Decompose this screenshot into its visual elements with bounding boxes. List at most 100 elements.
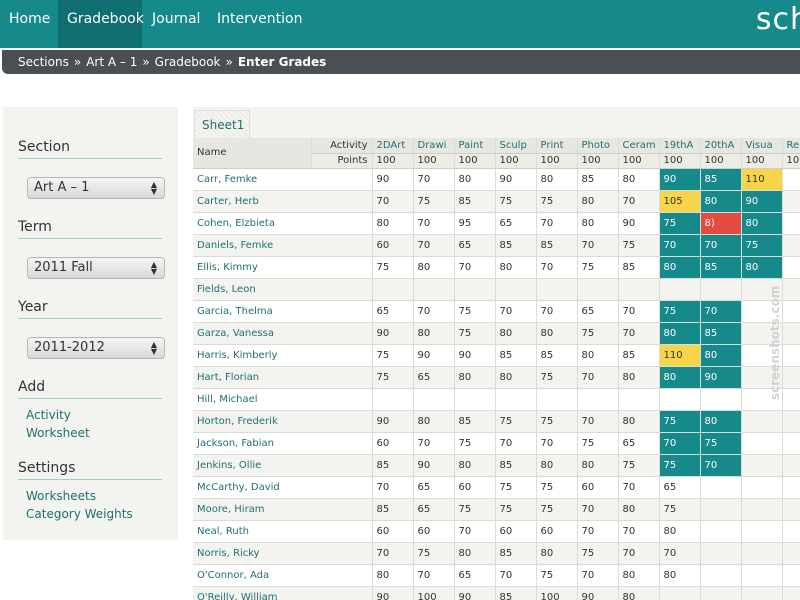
activity-column-header[interactable]: Paint [454, 138, 496, 154]
grade-cell[interactable]: 60 [577, 476, 619, 499]
grade-cell[interactable] [700, 278, 742, 301]
grade-cell[interactable]: 65 [372, 300, 414, 323]
grade-cell[interactable]: 85 [700, 168, 742, 191]
grade-cell[interactable]: 75 [454, 300, 496, 323]
activity-column-header[interactable]: Print [536, 138, 578, 154]
grade-cell[interactable]: 65 [618, 432, 660, 455]
grade-cell[interactable] [782, 542, 800, 565]
grade-cell[interactable]: 80 [536, 454, 578, 477]
student-name[interactable]: Carter, Herb [193, 190, 373, 213]
student-name[interactable]: Jenkins, Ollie [193, 454, 373, 477]
grade-cell[interactable]: 70 [372, 476, 414, 499]
grade-cell[interactable]: 80 [577, 344, 619, 367]
breadcrumb-sections[interactable]: Sections [18, 55, 69, 69]
grade-cell[interactable]: 80 [618, 168, 660, 191]
grade-cell[interactable]: 75 [413, 190, 455, 213]
grade-cell[interactable] [372, 278, 414, 301]
grade-cell[interactable]: 100 [536, 586, 578, 600]
grade-cell[interactable]: 85 [372, 498, 414, 521]
add-activity-link[interactable]: Activity [26, 408, 71, 422]
student-name[interactable]: O'Connor, Ada [193, 564, 373, 587]
grade-cell[interactable]: 60 [536, 520, 578, 543]
grade-cell[interactable] [577, 278, 619, 301]
grade-cell[interactable] [495, 388, 537, 411]
student-name[interactable]: Hart, Florian [193, 366, 373, 389]
grade-cell[interactable]: 75 [700, 432, 742, 455]
grade-cell[interactable] [741, 542, 783, 565]
grade-cell[interactable]: 60 [454, 476, 496, 499]
grade-cell[interactable]: 70 [659, 432, 701, 455]
grade-cell[interactable]: 80 [700, 410, 742, 433]
grade-cell[interactable]: 75 [495, 498, 537, 521]
grade-cell[interactable]: 75 [577, 432, 619, 455]
nav-gradebook[interactable]: Gradebook [58, 0, 144, 48]
grade-cell[interactable]: 90 [454, 586, 496, 600]
grade-cell[interactable] [577, 388, 619, 411]
grade-cell[interactable] [536, 388, 578, 411]
grade-cell[interactable]: 85 [577, 168, 619, 191]
nav-intervention[interactable]: Intervention [208, 0, 311, 48]
student-name[interactable]: Norris, Ricky [193, 542, 373, 565]
grade-cell[interactable]: 75 [577, 542, 619, 565]
grade-cell[interactable] [413, 388, 455, 411]
grade-cell[interactable]: 8) [700, 212, 742, 235]
grade-cell[interactable] [782, 322, 800, 345]
student-name[interactable]: Ellis, Kimmy [193, 256, 373, 279]
grade-cell[interactable]: 70 [495, 300, 537, 323]
grade-cell[interactable]: 85 [536, 344, 578, 367]
grade-cell[interactable]: 75 [454, 498, 496, 521]
grade-cell[interactable]: 80 [618, 586, 660, 600]
section-select[interactable]: Art A – 1 ▲ ▼ [27, 177, 165, 199]
student-name[interactable]: Garcia, Thelma [193, 300, 373, 323]
student-name[interactable]: Fields, Leon [193, 278, 373, 301]
grade-cell[interactable]: 75 [618, 234, 660, 257]
grade-cell[interactable]: 80 [454, 542, 496, 565]
brand-logo[interactable]: sch [756, 2, 800, 37]
grade-cell[interactable]: 75 [454, 432, 496, 455]
grade-cell[interactable]: 70 [536, 432, 578, 455]
grade-cell[interactable]: 85 [700, 322, 742, 345]
grade-cell[interactable]: 75 [372, 366, 414, 389]
grade-cell[interactable]: 85 [495, 586, 537, 600]
grade-cell[interactable]: 80 [659, 520, 701, 543]
grade-cell[interactable]: 90 [372, 322, 414, 345]
name-column-header[interactable]: Name [193, 138, 312, 169]
grade-cell[interactable]: 70 [536, 300, 578, 323]
grade-cell[interactable]: 75 [536, 410, 578, 433]
grade-cell[interactable] [782, 234, 800, 257]
grade-cell[interactable]: 70 [577, 498, 619, 521]
grade-cell[interactable]: 90 [454, 344, 496, 367]
grade-cell[interactable]: 65 [454, 564, 496, 587]
student-name[interactable]: Carr, Femke [193, 168, 373, 191]
add-worksheet-link[interactable]: Worksheet [26, 426, 90, 440]
grade-cell[interactable] [782, 388, 800, 411]
activity-column-header[interactable]: Re [782, 138, 800, 154]
student-name[interactable]: Jackson, Fabian [193, 432, 373, 455]
grade-cell[interactable]: 60 [372, 432, 414, 455]
grade-cell[interactable]: 75 [495, 476, 537, 499]
grade-cell[interactable] [782, 366, 800, 389]
student-name[interactable]: Cohen, Elzbieta [193, 212, 373, 235]
grade-cell[interactable]: 80 [413, 410, 455, 433]
grade-cell[interactable] [700, 586, 742, 600]
worksheets-link[interactable]: Worksheets [26, 489, 96, 503]
grade-cell[interactable]: 85 [536, 234, 578, 257]
grade-cell[interactable]: 70 [495, 564, 537, 587]
grade-cell[interactable]: 70 [577, 410, 619, 433]
student-name[interactable]: Horton, Frederik [193, 410, 373, 433]
grade-cell[interactable]: 110 [659, 344, 701, 367]
grade-cell[interactable]: 80 [536, 542, 578, 565]
grade-cell[interactable]: 70 [659, 234, 701, 257]
grade-cell[interactable]: 80 [618, 564, 660, 587]
grade-cell[interactable] [741, 564, 783, 587]
grade-cell[interactable]: 80 [618, 498, 660, 521]
grade-cell[interactable] [659, 278, 701, 301]
grade-cell[interactable]: 80 [577, 212, 619, 235]
grade-cell[interactable] [782, 212, 800, 235]
grade-cell[interactable]: 70 [413, 234, 455, 257]
grade-cell[interactable]: 75 [536, 476, 578, 499]
grade-cell[interactable]: 80 [536, 168, 578, 191]
grade-cell[interactable]: 60 [372, 520, 414, 543]
student-name[interactable]: Daniels, Femke [193, 234, 373, 257]
grade-cell[interactable] [782, 454, 800, 477]
